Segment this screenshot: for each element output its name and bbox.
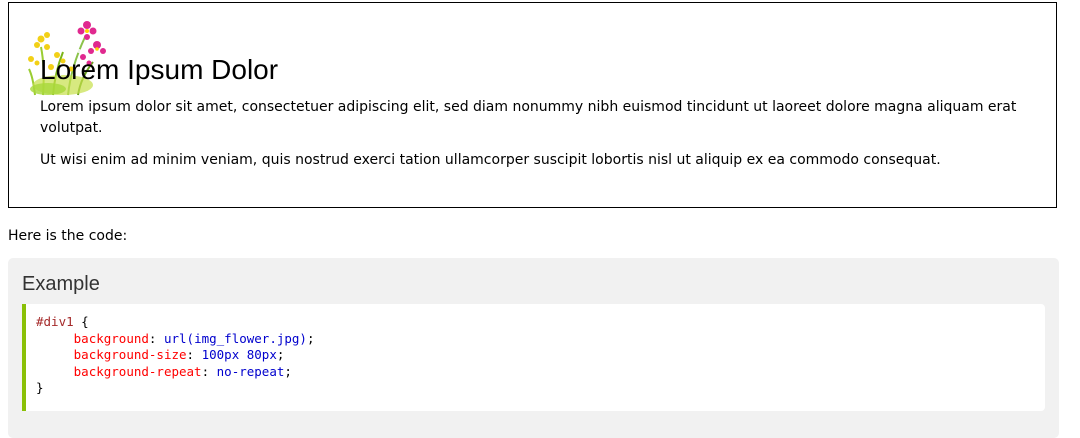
code-line-declaration: background-repeat: no-repeat; xyxy=(73,363,292,379)
demo-paragraph-2: Ut wisi enim ad minim veniam, quis nostr… xyxy=(40,152,941,168)
css-value: no-repeat xyxy=(216,363,285,379)
code-line-declaration: background-size: 100px 80px; xyxy=(73,347,285,362)
intro-text: Here is the code: xyxy=(8,228,128,244)
css-selector: #div1 xyxy=(36,314,74,329)
css-property: background-size xyxy=(73,347,187,362)
code-line-close: } xyxy=(36,380,1045,397)
example-title: Example xyxy=(22,273,100,295)
code-line-declaration: background: url(img_flower.jpg); xyxy=(73,330,315,346)
code-block: #div1 { background: url(img_flower.jpg);… xyxy=(22,304,1045,411)
code-line-selector: #div1 { xyxy=(36,314,1045,331)
close-brace: } xyxy=(36,380,44,395)
css-property: background-repeat xyxy=(73,363,202,379)
example-panel: Example #div1 { background: url(img_flow… xyxy=(8,258,1059,438)
open-brace: { xyxy=(73,314,89,329)
demo-output-box: Lorem Ipsum Dolor Lorem ipsum dolor sit … xyxy=(8,2,1057,208)
css-value: url(img_flower.jpg) xyxy=(163,330,307,346)
demo-heading: Lorem Ipsum Dolor xyxy=(40,54,279,85)
demo-paragraph-1: Lorem ipsum dolor sit amet, consectetuer… xyxy=(40,99,1017,136)
css-value: 100px 80px xyxy=(201,347,277,362)
css-property: background xyxy=(73,330,149,346)
